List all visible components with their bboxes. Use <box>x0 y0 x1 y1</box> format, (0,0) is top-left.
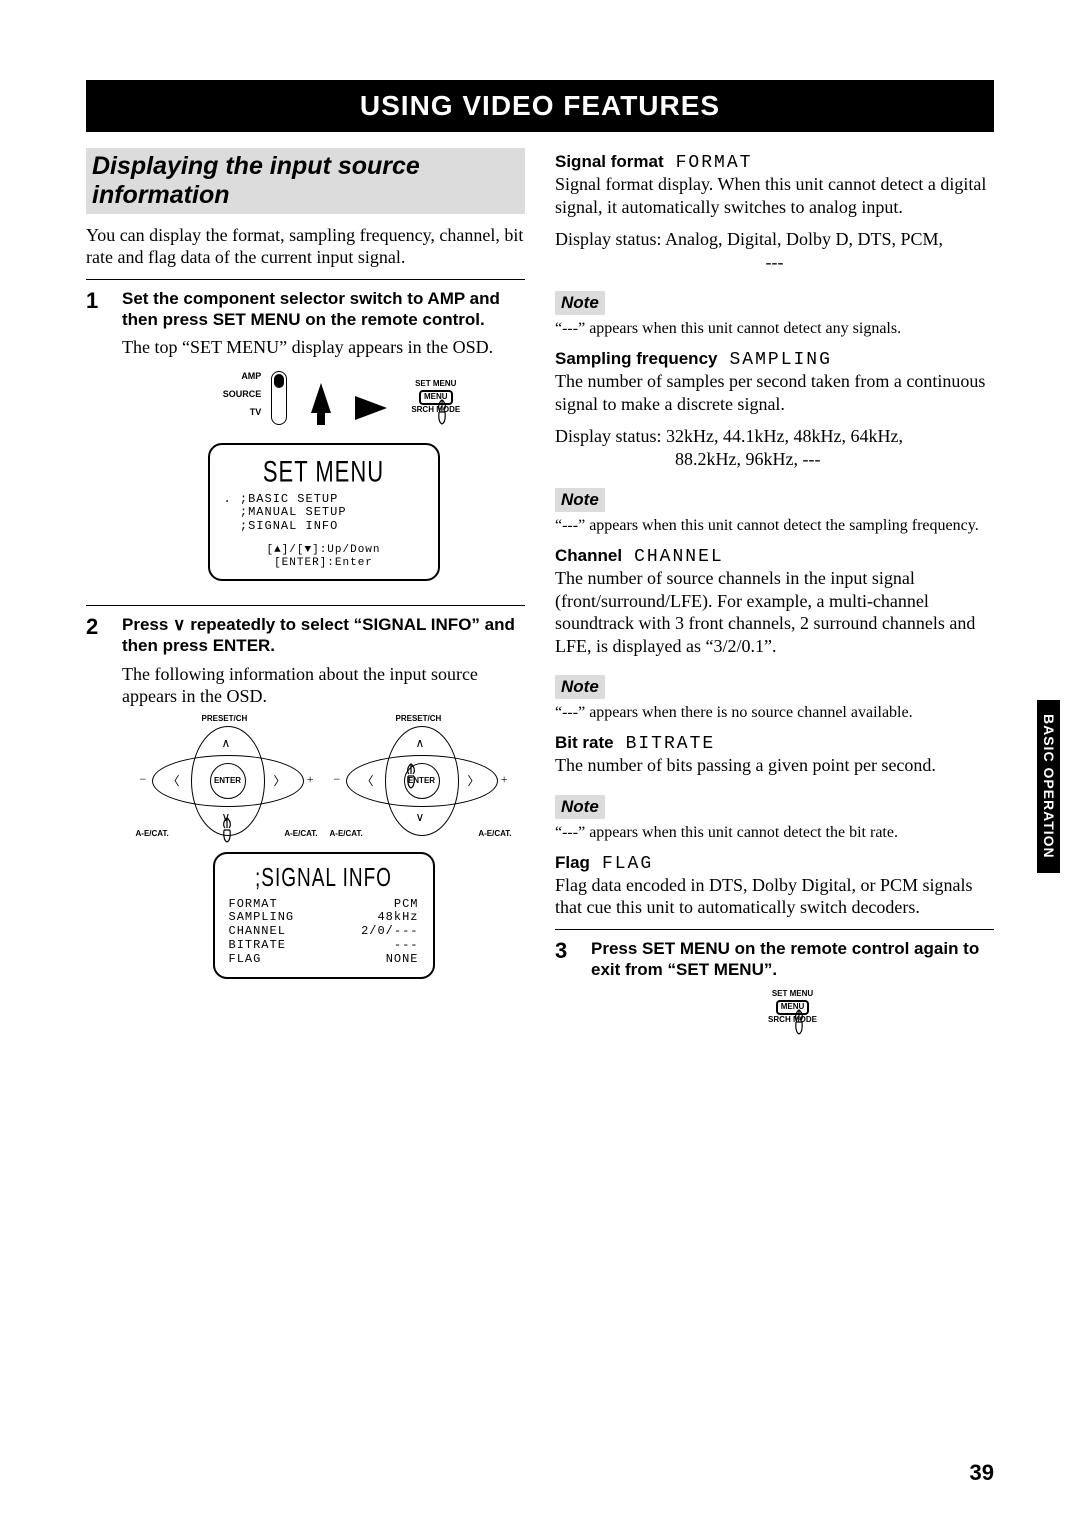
arrow-up-icon <box>311 383 331 413</box>
pointing-hand-icon <box>404 762 418 790</box>
arrow-right-icon <box>355 396 387 420</box>
def-body-sampling: The number of samples per second taken f… <box>555 370 994 415</box>
def-head-bitrate: Bit rate <box>555 733 614 752</box>
dpad-icon: ENTER ∧ ∨ 〈 〉 PRESET/CH A-E/CAT. A-E/CAT… <box>152 726 302 834</box>
def-status-sampling: Display status: 32kHz, 44.1kHz, 48kHz, 6… <box>555 425 994 448</box>
step-3-heading: Press SET MENU on the remote control aga… <box>591 938 994 981</box>
osd-val: PCM <box>394 898 419 912</box>
osd-key: SAMPLING <box>229 911 295 925</box>
def-body-flag: Flag data encoded in DTS, Dolby Digital,… <box>555 874 994 919</box>
osd-key: BITRATE <box>229 939 286 953</box>
dpad-label-br: A-E/CAT. <box>284 829 317 838</box>
plus-icon: + <box>501 772 508 787</box>
osd-val: NONE <box>386 953 419 967</box>
step-number: 2 <box>86 614 108 992</box>
step-number: 1 <box>86 288 108 596</box>
osd-key: FORMAT <box>229 898 278 912</box>
dpad-label-top: PRESET/CH <box>202 714 248 723</box>
switch-label-source: SOURCE <box>223 389 262 399</box>
chevron-right-icon: 〉 <box>273 772 285 789</box>
step-1-body: The top “SET MENU” display appears in th… <box>122 336 525 359</box>
plus-icon: + <box>307 772 314 787</box>
osd-key: CHANNEL <box>229 925 286 939</box>
chevron-left-icon: 〈 <box>168 772 180 789</box>
dpad-label-bl: A-E/CAT. <box>330 829 363 838</box>
dpad-enter: ENTER <box>210 763 246 799</box>
osd-val: --- <box>394 939 419 953</box>
step-2: 2 Press ∨ repeatedly to select “SIGNAL I… <box>86 614 525 992</box>
def-code-flag: FLAG <box>602 854 653 874</box>
def-body-format: Signal format display. When this unit ca… <box>555 173 994 218</box>
osd-line: ;SIGNAL INFO <box>224 520 424 534</box>
def-status-format: Display status: Analog, Digital, Dolby D… <box>555 228 994 251</box>
def-head-format: Signal format <box>555 152 664 171</box>
note-text: “---” appears when this unit cannot dete… <box>555 516 994 536</box>
step-1: 1 Set the component selector switch to A… <box>86 288 525 596</box>
def-code-format: FORMAT <box>676 153 753 173</box>
section-title: Displaying the input source information <box>86 148 525 214</box>
note-label: Note <box>555 291 605 315</box>
dpad-label-br: A-E/CAT. <box>478 829 511 838</box>
osd-footer: [▲]/[▼]:Up/Down [ENTER]:Enter <box>224 544 424 569</box>
chevron-up-icon: ∧ <box>222 736 231 750</box>
chevron-up-icon: ∧ <box>416 736 425 750</box>
osd-signal-title: ;SIGNAL INFO <box>229 864 419 894</box>
switch-label-amp: AMP <box>223 371 262 381</box>
def-code-bitrate: BITRATE <box>626 734 716 754</box>
pointing-hand-icon <box>435 398 449 426</box>
osd-signal-info: ;SIGNAL INFO FORMAT PCM SAMPLING 48kHz CHA… <box>213 852 435 979</box>
osd-line: ;MANUAL SETUP <box>224 506 424 520</box>
osd-set-menu-title: SET MENU <box>224 454 424 489</box>
def-code-sampling: SAMPLING <box>729 350 831 370</box>
minus-icon: − <box>334 772 341 787</box>
menu-label-top: SET MENU <box>411 380 460 389</box>
def-body-channel: The number of source channels in the inp… <box>555 567 994 657</box>
def-status2-format: --- <box>555 251 994 274</box>
pointing-hand-icon <box>792 1008 806 1036</box>
minus-icon: − <box>140 772 147 787</box>
intro-paragraph: You can display the format, sampling fre… <box>86 224 525 269</box>
switch-label-tv: TV <box>223 407 262 417</box>
def-head-sampling: Sampling frequency <box>555 349 717 368</box>
step-1-heading: Set the component selector switch to AMP… <box>122 288 525 331</box>
step-2-body: The following information about the inpu… <box>122 663 525 708</box>
note-label: Note <box>555 488 605 512</box>
step-number: 3 <box>555 938 577 1025</box>
menu-label-top: SET MENU <box>768 990 817 999</box>
step-3: 3 Press SET MENU on the remote control a… <box>555 938 994 1025</box>
def-head-channel: Channel <box>555 546 622 565</box>
selector-switch-icon <box>271 371 287 425</box>
set-menu-button-icon: SET MENU MENU SRCH MODE <box>768 990 817 1024</box>
osd-val: 2/0/--- <box>361 925 418 939</box>
def-code-channel: CHANNEL <box>634 547 724 567</box>
figure-remote-switch: AMP SOURCE TV SET MENU MENU SRCH MODE <box>158 371 525 425</box>
osd-val: 48kHz <box>377 911 418 925</box>
note-text: “---” appears when there is no source ch… <box>555 703 994 723</box>
note-text: “---” appears when this unit cannot dete… <box>555 319 994 339</box>
figure-dpads: ENTER ∧ ∨ 〈 〉 PRESET/CH A-E/CAT. A-E/CAT… <box>122 726 525 834</box>
note-label: Note <box>555 795 605 819</box>
page-number: 39 <box>970 1460 994 1486</box>
chevron-left-icon: 〈 <box>362 772 374 789</box>
set-menu-button-icon: SET MENU MENU SRCH MODE <box>411 380 460 414</box>
pointing-hand-icon <box>220 816 234 844</box>
chevron-down-icon: ∨ <box>416 810 425 824</box>
page-banner: USING VIDEO FEATURES <box>86 80 994 132</box>
note-text: “---” appears when this unit cannot dete… <box>555 823 994 843</box>
osd-key: FLAG <box>229 953 262 967</box>
right-column: Signal format FORMAT Signal format displ… <box>555 148 994 1024</box>
dpad-icon: ENTER ∧ ∨ 〈 〉 PRESET/CH A-E/CAT. A-E/CAT… <box>346 726 496 834</box>
step-2-heading: Press ∨ repeatedly to select “SIGNAL INF… <box>122 614 525 657</box>
left-column: Displaying the input source information … <box>86 148 525 1024</box>
osd-set-menu: SET MENU . ;BASIC SETUP ;MANUAL SETUP ;S… <box>208 443 440 582</box>
note-label: Note <box>555 675 605 699</box>
chevron-right-icon: 〉 <box>467 772 479 789</box>
osd-line: . ;BASIC SETUP <box>224 493 424 507</box>
def-head-flag: Flag <box>555 853 590 872</box>
dpad-label-top: PRESET/CH <box>396 714 442 723</box>
def-body-bitrate: The number of bits passing a given point… <box>555 754 994 777</box>
def-status2-sampling: 88.2kHz, 96kHz, --- <box>555 448 994 471</box>
dpad-label-bl: A-E/CAT. <box>136 829 169 838</box>
side-tab: BASIC OPERATION <box>1037 700 1060 873</box>
